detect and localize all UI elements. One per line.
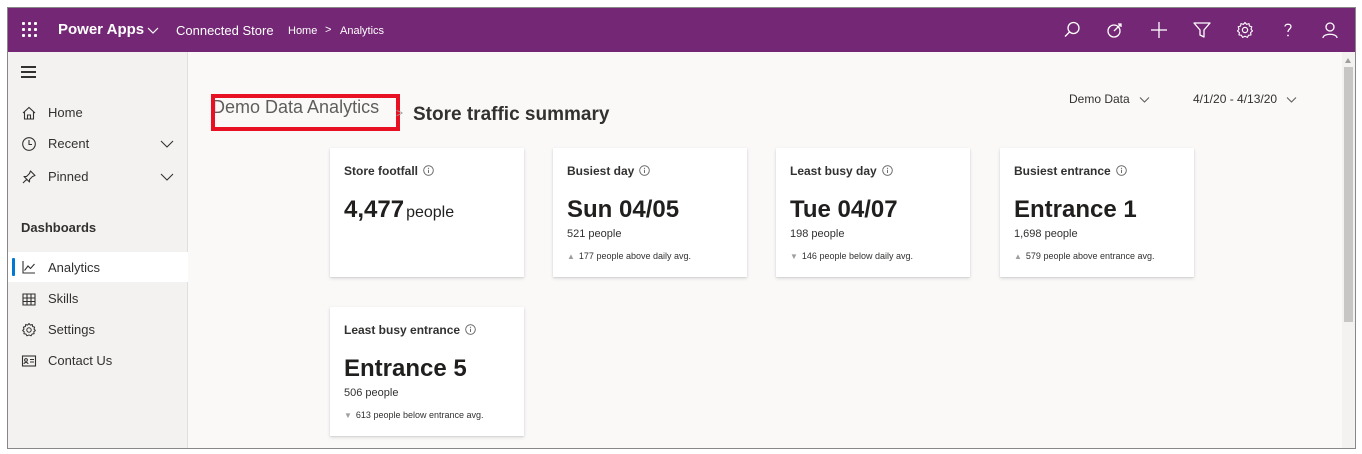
card-value: Entrance 5 (344, 355, 467, 382)
nav-item-label: Skills (48, 291, 79, 306)
breadcrumb-analytics[interactable]: Analytics (340, 25, 384, 37)
card-subvalue: 521 people (567, 228, 622, 240)
nav-item-label: Settings (48, 322, 95, 337)
contact-card-icon (21, 353, 37, 369)
date-range-dropdown[interactable]: 4/1/20 - 4/13/20 (1193, 92, 1297, 107)
filter-icon[interactable] (1192, 20, 1212, 40)
nav-item-contact-us[interactable]: Contact Us (8, 347, 188, 375)
home-icon (21, 105, 37, 121)
user-icon[interactable] (1320, 20, 1340, 40)
breadcrumb-separator: > (325, 24, 332, 36)
help-icon[interactable] (1278, 20, 1298, 40)
chevron-down-icon[interactable] (160, 170, 174, 184)
card-trend: ▲ 579 people above entrance avg. (1014, 251, 1155, 261)
card-busiest-day: Busiest day Sun 04/05 521 people ▲ 177 pe… (553, 148, 747, 277)
card-value: 4,477 people (344, 196, 455, 223)
scroll-up-arrow-icon[interactable] (1345, 58, 1351, 63)
hamburger-menu-icon[interactable] (21, 66, 37, 78)
waffle-icon[interactable] (22, 22, 38, 38)
chevron-down-icon[interactable] (146, 20, 160, 40)
scrollbar-thumb[interactable] (1344, 67, 1353, 322)
nav-item-label: Pinned (48, 169, 89, 184)
info-icon[interactable] (881, 165, 893, 176)
left-nav: Home Recent Pinned Dashboards Analytics … (8, 52, 188, 448)
nav-item-label: Analytics (48, 260, 101, 275)
card-title: Busiest day (567, 164, 651, 178)
card-subvalue: 506 people (344, 387, 399, 399)
nav-item-pinned[interactable]: Pinned (8, 163, 188, 191)
info-icon[interactable] (423, 165, 434, 176)
nav-item-recent[interactable]: Recent (8, 130, 188, 158)
card-least-busy-entrance: Least busy entrance Entrance 5 506 peopl… (330, 307, 524, 436)
card-trend: ▼ 146 people below daily avg. (790, 251, 914, 261)
card-value: Sun 04/05 (567, 196, 680, 223)
store-name[interactable]: Connected Store (176, 23, 274, 38)
clock-icon (21, 136, 37, 152)
trend-up-icon: ▲ (1014, 252, 1022, 261)
settings-icon[interactable] (1235, 20, 1255, 40)
trend-up-icon: ▲ (567, 252, 575, 261)
chevron-down-icon[interactable] (160, 137, 174, 151)
card-trend: ▲ 177 people above daily avg. (567, 251, 692, 261)
card-value: Tue 04/07 (790, 196, 898, 223)
card-busiest-entrance: Busiest entrance Entrance 1 1,698 people… (1000, 148, 1194, 277)
info-icon[interactable] (1115, 165, 1127, 176)
date-range-value: 4/1/20 - 4/13/20 (1193, 92, 1278, 106)
pin-icon (21, 169, 37, 185)
app-name[interactable]: Power Apps (58, 21, 144, 38)
highlight-box (211, 94, 400, 131)
card-trend: ▼ 613 people below entrance avg. (344, 410, 484, 420)
chevron-down-icon (1139, 93, 1150, 107)
grid-icon (21, 291, 37, 307)
card-unit: people (406, 204, 455, 221)
active-indicator (12, 258, 15, 276)
data-source-value: Demo Data (1069, 92, 1130, 106)
trend-down-icon: ▼ (790, 252, 798, 261)
nav-item-skills[interactable]: Skills (8, 285, 188, 313)
nav-item-settings[interactable]: Settings (8, 316, 188, 344)
info-icon[interactable] (639, 165, 651, 176)
breadcrumb-home[interactable]: Home (288, 25, 317, 37)
section-header-dashboards: Dashboards (21, 220, 97, 235)
target-icon[interactable] (1105, 20, 1125, 40)
search-icon[interactable] (1062, 20, 1082, 40)
card-value: Entrance 1 (1014, 196, 1137, 223)
chevron-down-icon (1286, 93, 1297, 107)
card-least-busy-day: Least busy day Tue 04/07 198 people ▼ 146… (776, 148, 970, 277)
add-icon[interactable] (1149, 20, 1169, 40)
card-title: Least busy entrance (344, 323, 476, 337)
trend-down-icon: ▼ (344, 411, 352, 420)
app-window: Power Apps Connected Store Home > Analyt… (7, 7, 1356, 449)
info-icon[interactable] (465, 324, 476, 335)
page-title: Store traffic summary (413, 104, 610, 125)
nav-item-home[interactable]: Home (8, 99, 188, 127)
breadcrumb-separator: > (396, 106, 404, 120)
chart-line-icon (21, 259, 37, 275)
card-store-footfall: Store footfall 4,477 people (330, 148, 524, 277)
nav-item-label: Contact Us (48, 353, 113, 368)
top-bar: Power Apps Connected Store Home > Analyt… (8, 8, 1355, 52)
nav-item-label: Home (48, 105, 83, 120)
nav-item-label: Recent (48, 136, 90, 151)
card-subvalue: 1,698 people (1014, 228, 1078, 240)
card-title: Busiest entrance (1014, 164, 1127, 178)
card-title: Least busy day (790, 164, 893, 178)
card-title: Store footfall (344, 164, 434, 178)
gear-icon (21, 322, 37, 338)
vertical-scrollbar[interactable] (1342, 52, 1355, 448)
nav-item-analytics[interactable]: Analytics (8, 252, 188, 282)
data-source-dropdown[interactable]: Demo Data (1069, 92, 1150, 107)
card-subvalue: 198 people (790, 228, 845, 240)
